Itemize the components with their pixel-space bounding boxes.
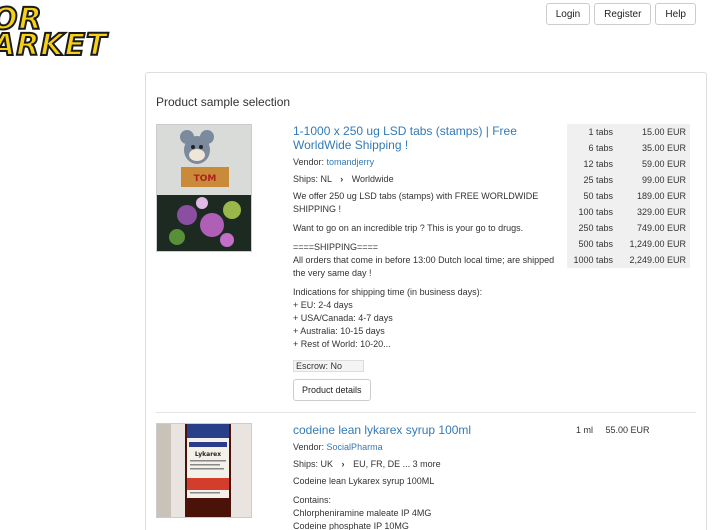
description-paragraph: We offer 250 ug LSD tabs (stamps) with F… [293,191,539,214]
escrow-badge: Escrow: No [293,360,364,372]
price-row: 1000 tabs 2,249.00 EUR [567,252,690,268]
page-title: Product sample selection [156,95,291,109]
price-table: 1 tabs 15.00 EUR 6 tabs 35.00 EUR 12 tabs 59.… [567,124,690,268]
price-amount: 749.00 EUR [636,223,686,233]
price-amount: 2,249.00 EUR [629,255,686,265]
price-row: 12 tabs 59.00 EUR [567,156,690,172]
price-amount: 1,249.00 EUR [629,239,686,249]
chevron-right-icon: › [341,459,345,469]
product-description: Codeine lean Lykarex syrup 100ML Contain… [293,475,561,530]
help-button[interactable]: Help [655,3,696,25]
price-qty: 1000 tabs [573,255,613,265]
price-qty: 12 tabs [583,159,613,169]
logo-line-2: ARKET [0,28,108,63]
ships-from: Ships: NL [293,174,332,184]
price-row: 1 tabs 15.00 EUR [567,124,690,140]
price-amount: 99.00 EUR [641,175,686,185]
vendor-label: Vendor: [293,157,325,167]
svg-text:TOM: TOM [194,174,217,184]
vendor-row: Vendor: tomandjerry [293,156,561,169]
svg-text:Lykarex: Lykarex [195,451,221,458]
price-qty: 100 tabs [578,207,613,217]
price-amount: 35.00 EUR [641,143,686,153]
vendor-label: Vendor: [293,442,325,452]
description-paragraph: ====SHIPPING==== All orders that come in… [293,242,555,278]
price-qty: 1 ml [576,425,594,435]
price-row: 6 tabs 35.00 EUR [567,140,690,156]
price-amount: 55.00 EUR [605,425,650,435]
site-logo[interactable]: OR ARKET [0,0,132,66]
price-amount: 15.00 EUR [641,127,686,137]
price-qty: 25 tabs [583,175,613,185]
description-paragraph: Want to go on an incredible trip ? This … [293,223,524,233]
product-details-button[interactable]: Product details [293,379,371,401]
product-panel: Product sample selection TOM 1-1000 x 25… [145,72,707,530]
price-row: 50 tabs 189.00 EUR [567,188,690,204]
product-image[interactable]: TOM [156,124,252,252]
price-qty: 500 tabs [578,239,613,249]
login-button[interactable]: Login [545,3,591,25]
chevron-right-icon: › [340,174,344,184]
listing-info: codeine lean lykarex syrup 100ml Vendor:… [293,423,561,530]
shipping-row: Ships: NL › Worldwide [293,173,561,186]
shipping-row: Ships: UK › EU, FR, DE ... 3 more [293,458,561,471]
product-title-link[interactable]: codeine lean lykarex syrup 100ml [293,423,561,437]
product-title-link[interactable]: 1-1000 x 250 ug LSD tabs (stamps) | Free… [293,124,561,152]
header-actions: Login Register Help [545,3,696,25]
product-description: We offer 250 ug LSD tabs (stamps) with F… [293,190,561,351]
vendor-row: Vendor: SocialPharma [293,441,561,454]
price-single: 1 ml 55.00 EUR [576,425,660,435]
vendor-link[interactable]: SocialPharma [327,442,383,452]
register-button[interactable]: Register [594,3,652,25]
ships-to: EU, FR, DE ... 3 more [353,459,441,469]
price-row: 250 tabs 749.00 EUR [567,220,690,236]
price-qty: 6 tabs [588,143,613,153]
ships-from: Ships: UK [293,459,334,469]
description-paragraph: Indications for shipping time (in busine… [293,287,483,349]
price-amount: 59.00 EUR [641,159,686,169]
price-qty: 1 tabs [588,127,613,137]
price-amount: 329.00 EUR [636,207,686,217]
description-paragraph: Contains: Chlorpheniramine maleate IP 4M… [293,495,432,530]
vendor-link[interactable]: tomandjerry [327,157,375,167]
price-row: 100 tabs 329.00 EUR [567,204,690,220]
listing-info: 1-1000 x 250 ug LSD tabs (stamps) | Free… [293,124,561,401]
description-paragraph: Codeine lean Lykarex syrup 100ML [293,476,435,486]
listing-divider [156,412,696,413]
price-amount: 189.00 EUR [636,191,686,201]
price-row: 500 tabs 1,249.00 EUR [567,236,690,252]
price-qty: 250 tabs [578,223,613,233]
ships-to: Worldwide [351,174,394,184]
price-row: 25 tabs 99.00 EUR [567,172,690,188]
price-qty: 50 tabs [583,191,613,201]
product-image[interactable]: Lykarex [156,423,252,518]
